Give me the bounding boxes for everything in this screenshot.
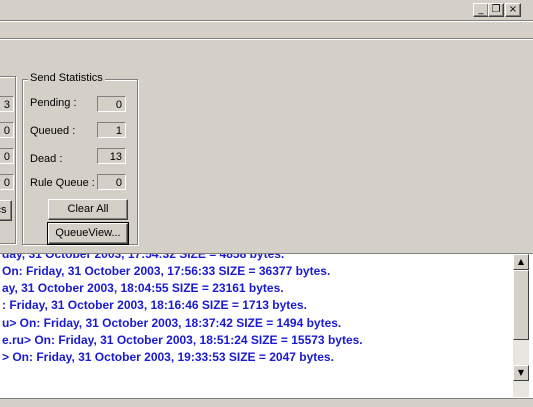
log-line: : Friday, 31 October 2003, 18:16:46 SIZE… <box>2 298 307 312</box>
log-scrollbar[interactable]: ▲ ▼ <box>513 254 529 397</box>
left-value-3: 0 <box>0 148 14 164</box>
queued-label: Queued : <box>30 125 76 137</box>
send-statistics-title: Send Statistics <box>28 72 105 84</box>
left-value-2: 0 <box>0 122 14 138</box>
left-value-4: 0 <box>0 174 14 190</box>
message-log[interactable]: day, 31 October 2003, 17:54:32 SIZE = 48… <box>0 253 533 398</box>
menu-separator <box>0 20 533 22</box>
scroll-down-button[interactable]: ▼ <box>513 365 529 381</box>
rule-queue-label: Rule Queue : <box>30 177 95 189</box>
log-line: On: Friday, 31 October 2003, 17:56:33 SI… <box>2 264 331 278</box>
log-line: u> On: Friday, 31 October 2003, 18:37:42… <box>2 316 342 330</box>
pending-label: Pending : <box>30 97 77 109</box>
left-stats-panel: 3 0 0 0 cs <box>0 76 16 246</box>
log-line: ay, 31 October 2003, 18:04:55 SIZE = 231… <box>2 281 284 295</box>
dead-value: 13 <box>97 148 126 164</box>
pending-value: 0 <box>97 96 126 112</box>
statistics-button[interactable]: cs <box>0 200 12 221</box>
queue-view-button[interactable]: QueueView... <box>47 222 129 245</box>
log-line: > On: Friday, 31 October 2003, 19:33:53 … <box>2 350 334 364</box>
minimize-button[interactable]: _ <box>473 3 489 17</box>
left-value-1: 3 <box>0 96 14 112</box>
log-line: e.ru> On: Friday, 31 October 2003, 18:51… <box>2 333 363 347</box>
rule-queue-value: 0 <box>97 174 126 190</box>
close-button[interactable]: × <box>505 3 521 17</box>
clear-all-button[interactable]: Clear All <box>48 199 128 220</box>
queued-value: 1 <box>97 122 126 138</box>
send-statistics-panel: Send Statistics Pending : 0 Queued : 1 D… <box>22 72 140 246</box>
scroll-thumb[interactable] <box>513 270 529 340</box>
scroll-up-button[interactable]: ▲ <box>513 254 529 270</box>
title-bar: _ ❐ × <box>0 0 533 20</box>
dead-label: Dead : <box>30 153 63 165</box>
toolbar-separator <box>0 38 533 40</box>
log-line: day, 31 October 2003, 17:54:32 SIZE = 48… <box>2 253 285 261</box>
restore-button[interactable]: ❐ <box>488 3 504 17</box>
